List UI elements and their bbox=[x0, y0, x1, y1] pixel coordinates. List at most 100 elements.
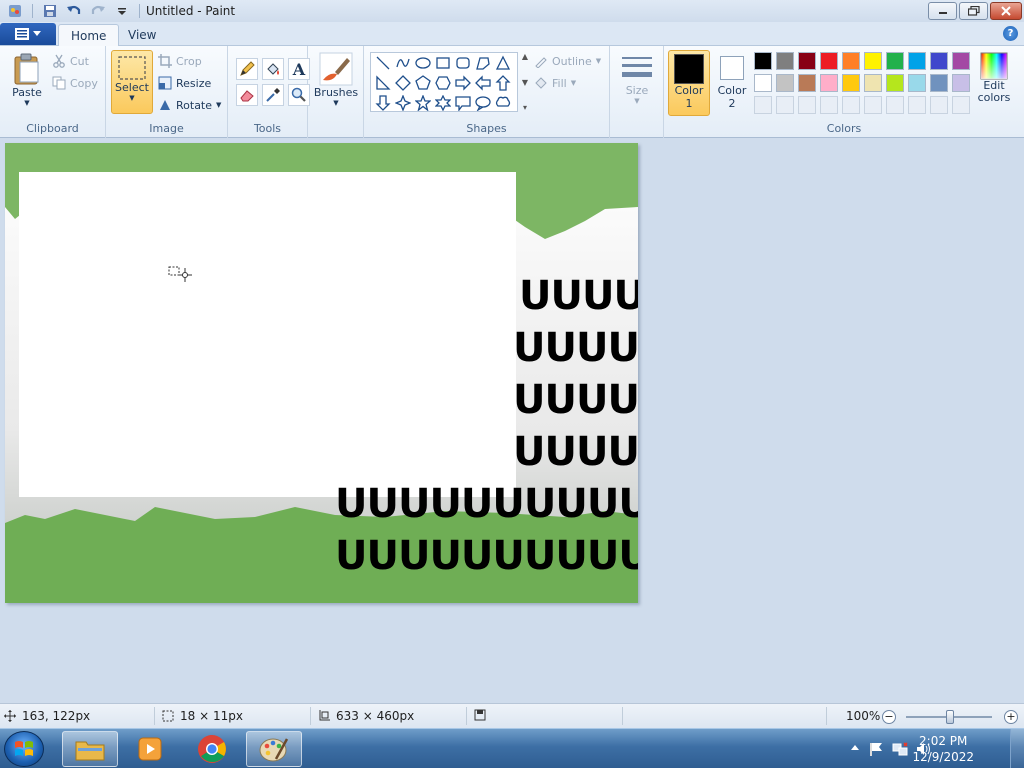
zoom-out-button[interactable]: − bbox=[882, 710, 896, 724]
fill-button[interactable]: Fill ▼ bbox=[534, 76, 576, 90]
pencil-icon[interactable] bbox=[236, 58, 258, 80]
text-tool-icon[interactable]: A bbox=[288, 58, 310, 80]
drawing-canvas[interactable]: UUUU UUUU U UUU UU UU UUU UUUUUUU UUUU UUUUU… bbox=[5, 143, 638, 603]
palette-swatch-1-8[interactable] bbox=[908, 52, 926, 70]
custom-color-slot-1[interactable] bbox=[754, 96, 772, 114]
zoom-in-button[interactable]: + bbox=[1004, 710, 1018, 724]
color-picker-icon[interactable] bbox=[262, 84, 284, 106]
taskbar-explorer-button[interactable] bbox=[62, 731, 118, 767]
eraser-icon[interactable] bbox=[236, 84, 258, 106]
paint-menu-button[interactable] bbox=[0, 23, 56, 45]
palette-swatch-1-2[interactable] bbox=[776, 52, 794, 70]
custom-color-slot-2[interactable] bbox=[776, 96, 794, 114]
minimize-button[interactable] bbox=[928, 2, 957, 20]
taskbar-media-player-button[interactable] bbox=[122, 731, 178, 767]
color1-button[interactable]: Color 1 bbox=[668, 50, 710, 116]
palette-swatch-1-4[interactable] bbox=[820, 52, 838, 70]
restore-button[interactable] bbox=[959, 2, 988, 20]
paint-app-icon[interactable] bbox=[6, 2, 24, 20]
edit-colors-button[interactable]: Edit colors bbox=[972, 52, 1016, 104]
palette-swatch-1-5[interactable] bbox=[842, 52, 860, 70]
close-button[interactable] bbox=[990, 2, 1022, 20]
up-arrow-shape-icon[interactable] bbox=[493, 73, 513, 93]
action-center-flag-icon[interactable] bbox=[868, 741, 884, 757]
paste-button[interactable]: Paste ▼ bbox=[8, 52, 46, 107]
magnifier-icon[interactable] bbox=[288, 84, 310, 106]
rect-callout-shape-icon[interactable] bbox=[453, 93, 473, 113]
hexagon-shape-icon[interactable] bbox=[433, 73, 453, 93]
diamond-shape-icon[interactable] bbox=[393, 73, 413, 93]
show-desktop-button[interactable] bbox=[1010, 729, 1024, 768]
taskbar-chrome-button[interactable] bbox=[184, 731, 240, 767]
network-icon[interactable] bbox=[892, 741, 908, 757]
brushes-button[interactable]: Brushes ▼ bbox=[314, 52, 358, 107]
shapes-scroll[interactable]: ▲ ▼ ▾ bbox=[520, 52, 530, 112]
rectangle-shape-icon[interactable] bbox=[433, 53, 453, 73]
palette-swatch-2-4[interactable] bbox=[820, 74, 838, 92]
scroll-up-icon[interactable]: ▲ bbox=[522, 52, 528, 61]
palette-swatch-2-1[interactable] bbox=[754, 74, 772, 92]
custom-color-slot-4[interactable] bbox=[820, 96, 838, 114]
scroll-down-icon[interactable]: ▼ bbox=[522, 78, 528, 87]
save-icon[interactable] bbox=[41, 2, 59, 20]
custom-color-slot-3[interactable] bbox=[798, 96, 816, 114]
left-arrow-shape-icon[interactable] bbox=[473, 73, 493, 93]
outline-button[interactable]: Outline ▼ bbox=[534, 54, 601, 68]
right-triangle-shape-icon[interactable] bbox=[373, 73, 393, 93]
undo-icon[interactable] bbox=[65, 2, 83, 20]
resize-button[interactable]: Resize bbox=[158, 76, 211, 90]
start-button[interactable] bbox=[4, 731, 44, 767]
oval-shape-icon[interactable] bbox=[413, 53, 433, 73]
line-shape-icon[interactable] bbox=[373, 53, 393, 73]
right-arrow-shape-icon[interactable] bbox=[453, 73, 473, 93]
palette-swatch-1-7[interactable] bbox=[886, 52, 904, 70]
palette-swatch-2-9[interactable] bbox=[930, 74, 948, 92]
palette-swatch-2-8[interactable] bbox=[908, 74, 926, 92]
tab-view[interactable]: View bbox=[116, 24, 168, 46]
four-point-star-shape-icon[interactable] bbox=[393, 93, 413, 113]
down-arrow-shape-icon[interactable] bbox=[373, 93, 393, 113]
palette-swatch-2-7[interactable] bbox=[886, 74, 904, 92]
six-point-star-shape-icon[interactable] bbox=[433, 93, 453, 113]
select-button[interactable]: Select ▼ bbox=[111, 50, 153, 114]
copy-button[interactable]: Copy bbox=[52, 76, 98, 90]
five-point-star-shape-icon[interactable] bbox=[413, 93, 433, 113]
palette-swatch-1-10[interactable] bbox=[952, 52, 970, 70]
palette-swatch-1-3[interactable] bbox=[798, 52, 816, 70]
customize-quick-access-icon[interactable] bbox=[113, 2, 131, 20]
fill-bucket-icon[interactable] bbox=[262, 58, 284, 80]
palette-swatch-1-6[interactable] bbox=[864, 52, 882, 70]
curve-shape-icon[interactable] bbox=[393, 53, 413, 73]
redo-icon[interactable] bbox=[89, 2, 107, 20]
clock[interactable]: 2:02 PM 12/9/2022 bbox=[912, 733, 974, 765]
crop-button[interactable]: Crop bbox=[158, 54, 202, 68]
show-hidden-icons-icon[interactable] bbox=[850, 743, 860, 753]
custom-color-slot-9[interactable] bbox=[930, 96, 948, 114]
rotate-button[interactable]: Rotate ▼ bbox=[158, 98, 221, 112]
custom-color-slot-5[interactable] bbox=[842, 96, 860, 114]
palette-swatch-2-10[interactable] bbox=[952, 74, 970, 92]
custom-color-slot-10[interactable] bbox=[952, 96, 970, 114]
help-icon[interactable]: ? bbox=[1003, 26, 1018, 41]
palette-swatch-2-3[interactable] bbox=[798, 74, 816, 92]
rounded-rectangle-shape-icon[interactable] bbox=[453, 53, 473, 73]
custom-color-slot-8[interactable] bbox=[908, 96, 926, 114]
custom-color-slot-7[interactable] bbox=[886, 96, 904, 114]
size-button[interactable]: Size ▼ bbox=[618, 54, 656, 105]
tab-home[interactable]: Home bbox=[58, 24, 120, 46]
palette-swatch-2-5[interactable] bbox=[842, 74, 860, 92]
pentagon-shape-icon[interactable] bbox=[413, 73, 433, 93]
polygon-shape-icon[interactable] bbox=[473, 53, 493, 73]
cut-button[interactable]: Cut bbox=[52, 54, 89, 68]
custom-color-slot-6[interactable] bbox=[864, 96, 882, 114]
palette-swatch-2-6[interactable] bbox=[864, 74, 882, 92]
taskbar-paint-button[interactable] bbox=[246, 731, 302, 767]
palette-swatch-1-9[interactable] bbox=[930, 52, 948, 70]
oval-callout-shape-icon[interactable] bbox=[473, 93, 493, 113]
zoom-slider-thumb[interactable] bbox=[946, 710, 954, 724]
triangle-shape-icon[interactable] bbox=[493, 53, 513, 73]
palette-swatch-2-2[interactable] bbox=[776, 74, 794, 92]
expand-gallery-icon[interactable]: ▾ bbox=[523, 103, 527, 112]
palette-swatch-1-1[interactable] bbox=[754, 52, 772, 70]
canvas-workspace[interactable]: UUUU UUUU U UUU UU UU UUU UUUUUUU UUUU UUUUU… bbox=[0, 138, 1024, 703]
